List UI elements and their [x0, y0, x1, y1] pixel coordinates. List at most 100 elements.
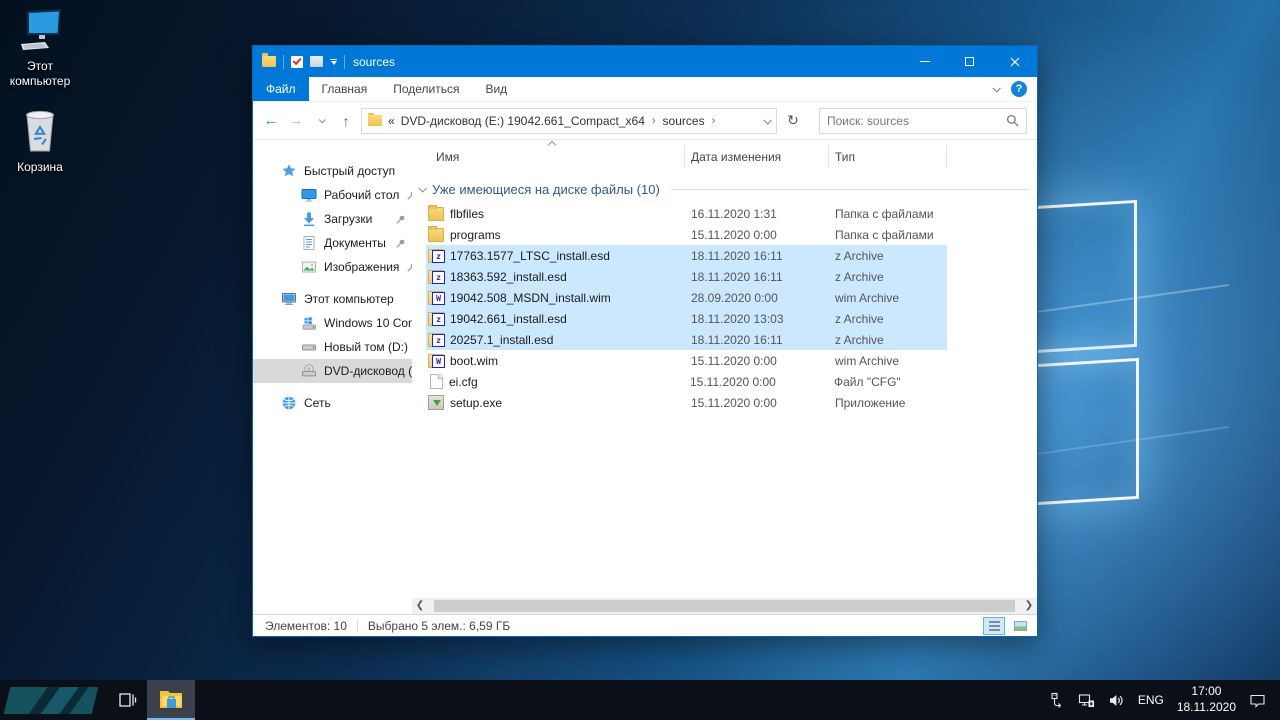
- explorer-window: sources Файл Главная Поделиться Вид ? ← …: [252, 45, 1038, 637]
- sidebar-item-quick-access[interactable]: Быстрый доступ: [253, 159, 412, 183]
- language-indicator[interactable]: ENG: [1138, 693, 1164, 707]
- breadcrumb-chevron-icon[interactable]: ›: [651, 115, 657, 127]
- tab-file[interactable]: Файл: [253, 77, 309, 101]
- breadcrumb-segment[interactable]: sources: [663, 114, 705, 128]
- refresh-icon[interactable]: ↻: [782, 109, 804, 133]
- pictures-icon: [301, 259, 317, 275]
- sidebar-item-downloads[interactable]: Загрузки: [253, 207, 412, 231]
- file-type: z Archive: [835, 248, 884, 263]
- file-row[interactable]: 18363.592_install.esd 18.11.2020 16:11 z A…: [426, 266, 947, 287]
- scroll-left-icon[interactable]: ❮: [412, 598, 428, 614]
- column-header-name[interactable]: Имя: [412, 145, 685, 168]
- horizontal-scrollbar[interactable]: ❮ ❯: [412, 598, 1037, 614]
- action-center-icon[interactable]: [1249, 692, 1266, 709]
- forward-button[interactable]: →: [286, 109, 306, 133]
- scroll-right-icon[interactable]: ❯: [1021, 598, 1037, 614]
- details-view-button[interactable]: [983, 616, 1005, 635]
- column-header-date[interactable]: Дата изменения: [685, 145, 829, 168]
- address-dropdown-icon[interactable]: [763, 115, 772, 125]
- thumbnails-view-button[interactable]: [1009, 617, 1031, 635]
- column-headers: Имя Дата изменения Тип: [412, 140, 1037, 168]
- navigation-pane: Быстрый доступ Рабочий стол Загрузки Докуме…: [253, 140, 412, 614]
- file-row[interactable]: setup.exe 15.11.2020 0:00 Приложение: [426, 392, 947, 413]
- minimize-button[interactable]: [902, 46, 947, 77]
- sidebar-item-dvd-drive[interactable]: DVD-дисковод (E:): [253, 359, 412, 383]
- taskbar: ENG 17:00 18.11.2020: [0, 680, 1280, 720]
- taskbar-explorer-button[interactable]: [147, 680, 195, 720]
- file-date: 15.11.2020 0:00: [691, 353, 777, 368]
- sidebar-item-drive-windows[interactable]: Windows 10 Compa: [253, 311, 412, 335]
- search-input[interactable]: [827, 113, 1006, 128]
- sidebar-item-network[interactable]: Сеть: [253, 391, 412, 415]
- recycle-bin-icon: [18, 105, 62, 157]
- file-row[interactable]: boot.wim 15.11.2020 0:00 wim Archive: [426, 350, 947, 371]
- maximize-button[interactable]: [947, 46, 992, 77]
- pin-icon: [395, 214, 406, 225]
- close-button[interactable]: [992, 46, 1037, 77]
- file-row[interactable]: 19042.661_install.esd 18.11.2020 13:03 z A…: [426, 308, 947, 329]
- group-header[interactable]: Уже имеющиеся на диске файлы (10): [418, 182, 1029, 197]
- desktop-icon-this-pc[interactable]: Этот компьютер: [4, 8, 76, 89]
- file-row[interactable]: 19042.508_MSDN_install.wim 28.09.2020 0:0…: [426, 287, 947, 308]
- file-date: 16.11.2020 1:31: [691, 206, 777, 221]
- sidebar-item-drive[interactable]: Новый том (D:): [253, 335, 412, 359]
- network-icon[interactable]: [1078, 692, 1095, 709]
- file-row[interactable]: flbfiles 16.11.2020 1:31 Папка с файлами: [426, 203, 947, 224]
- search-icon[interactable]: [1006, 114, 1019, 127]
- pin-icon: [395, 238, 406, 249]
- this-pc-icon: [281, 291, 297, 307]
- back-button[interactable]: ←: [261, 109, 281, 133]
- tab-share[interactable]: Поделиться: [380, 77, 472, 101]
- archive-icon: [428, 311, 445, 326]
- help-button[interactable]: ?: [1011, 81, 1027, 97]
- sidebar-item-pictures[interactable]: Изображения: [253, 255, 412, 279]
- properties-icon[interactable]: [291, 55, 303, 68]
- volume-icon[interactable]: [1108, 692, 1125, 709]
- separator: [283, 54, 284, 69]
- sidebar-item-label: Изображения: [324, 260, 400, 274]
- usb-icon[interactable]: [1048, 692, 1065, 709]
- file-row[interactable]: 20257.1_install.esd 18.11.2020 16:11 z Arc…: [426, 329, 947, 350]
- documents-icon: [301, 235, 317, 251]
- recent-locations-icon[interactable]: [311, 109, 331, 133]
- file-name: 20257.1_install.esd: [450, 332, 554, 347]
- taskbar-clock[interactable]: 17:00 18.11.2020: [1177, 684, 1236, 715]
- file-row[interactable]: 17763.1577_LTSC_install.esd 18.11.2020 16…: [426, 245, 947, 266]
- file-icon: [430, 374, 443, 389]
- sidebar-item-desktop[interactable]: Рабочий стол: [253, 183, 412, 207]
- column-header-type[interactable]: Тип: [829, 145, 947, 168]
- sidebar-item-label: Сеть: [304, 396, 331, 410]
- file-type: Папка с файлами: [835, 206, 934, 221]
- task-view-button[interactable]: [107, 680, 147, 720]
- new-folder-icon[interactable]: [310, 56, 323, 67]
- app-folder-icon: [262, 53, 276, 67]
- breadcrumb-chevron-icon[interactable]: ›: [711, 115, 717, 127]
- up-button[interactable]: ↑: [336, 109, 356, 133]
- breadcrumb-overflow[interactable]: «: [388, 114, 395, 128]
- file-name: setup.exe: [450, 395, 503, 410]
- desktop-icon-recycle-bin[interactable]: Корзина: [4, 105, 76, 175]
- folder-icon: [428, 225, 444, 242]
- address-bar[interactable]: « DVD-дисковод (E:) 19042.661_Compact_x6…: [361, 107, 777, 134]
- tab-view[interactable]: Вид: [472, 77, 520, 101]
- collapse-group-icon[interactable]: [418, 183, 427, 193]
- sidebar-item-documents[interactable]: Документы: [253, 231, 412, 255]
- file-type: z Archive: [835, 311, 884, 326]
- file-type: Приложение: [835, 395, 906, 410]
- customize-qat-icon[interactable]: [330, 58, 337, 65]
- search-box: [819, 107, 1027, 134]
- title-bar[interactable]: sources: [253, 46, 1037, 77]
- folder-icon: [428, 204, 444, 221]
- task-view-icon: [117, 690, 137, 710]
- file-row[interactable]: ei.cfg 15.11.2020 0:00 Файл "CFG": [426, 371, 947, 392]
- file-name: ei.cfg: [449, 374, 478, 389]
- breadcrumb-segment[interactable]: DVD-дисковод (E:) 19042.661_Compact_x64: [401, 114, 645, 128]
- sidebar-item-this-pc[interactable]: Этот компьютер: [253, 287, 412, 311]
- scrollbar-thumb[interactable]: [434, 600, 1015, 612]
- start-button[interactable]: [3, 686, 99, 714]
- file-row[interactable]: programs 15.11.2020 0:00 Папка с файлами: [426, 224, 947, 245]
- tab-home[interactable]: Главная: [309, 77, 381, 101]
- expand-ribbon-icon[interactable]: [992, 84, 1001, 93]
- sidebar-item-label: DVD-дисковод (E:): [324, 364, 412, 378]
- dvd-drive-icon: [301, 363, 317, 379]
